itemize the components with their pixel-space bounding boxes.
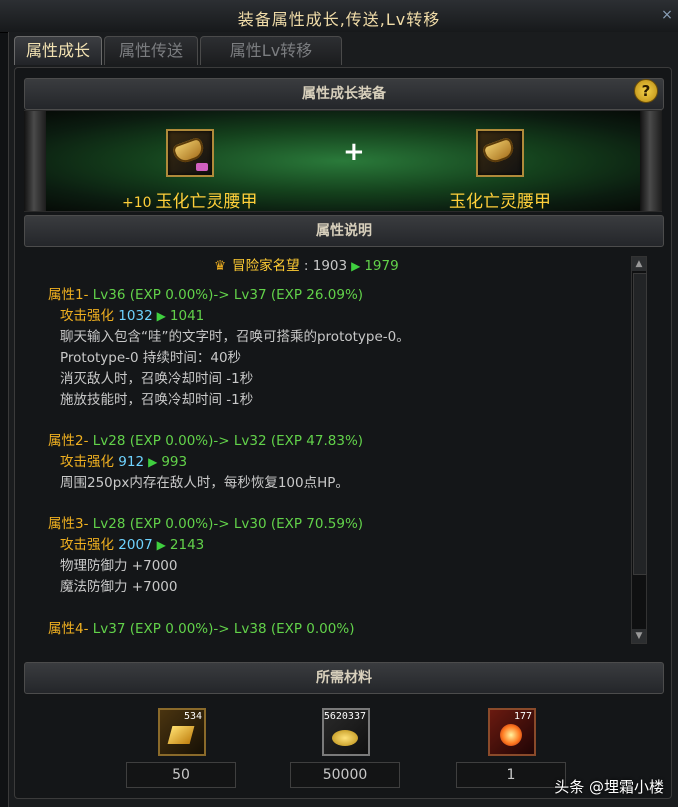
help-icon[interactable]: ? — [634, 79, 658, 103]
target-equipment-slot[interactable] — [476, 129, 524, 177]
gold-coins-icon — [332, 730, 358, 746]
scroll-up-icon[interactable]: ▲ — [632, 257, 646, 271]
tab-attribute-transfer[interactable]: 属性传送 — [104, 36, 198, 65]
material-1-required: 50 — [126, 762, 236, 788]
fame-crest-icon: ♛ — [214, 258, 227, 274]
title-bar: 装备属性成长,传送,Lv转移 × — [0, 0, 678, 33]
material-3-required: 1 — [456, 762, 566, 788]
gem-icon — [196, 163, 208, 171]
source-equipment-slot[interactable] — [166, 129, 214, 177]
scroll-thumb[interactable] — [633, 273, 647, 575]
tab-attribute-growth[interactable]: 属性成长 — [14, 36, 102, 65]
attribute-2-stat: 攻击强化 912 ▶ 993 — [60, 454, 188, 470]
attribute-1-line-2: Prototype-0 持续时间：40秒 — [60, 350, 242, 366]
material-2-required: 50000 — [290, 762, 400, 788]
target-item-name: 玉化亡灵腰甲 — [449, 192, 551, 212]
attribute-3-line-1: 物理防御力 +7000 — [60, 558, 178, 574]
source-item-name: +10 玉化亡灵腰甲 — [122, 192, 258, 212]
waist-armor-icon — [481, 136, 517, 166]
scroll-down-icon[interactable]: ▼ — [632, 629, 646, 643]
attribute-3-line-2: 魔法防御力 +7000 — [60, 579, 178, 595]
burst-orb-icon — [500, 724, 522, 746]
equipment-section-header: 属性成长装备 — [24, 78, 664, 110]
materials-section-header: 所需材料 — [24, 662, 664, 694]
attribute-1-header: 属性1- Lv36 (EXP 0.00%)-> Lv37 (EXP 26.09%… — [48, 287, 364, 303]
arrow-right-icon: ▶ — [156, 309, 166, 323]
close-icon[interactable]: × — [660, 6, 674, 24]
attribute-1-line-4: 施放技能时，召唤冷却时间 -1秒 — [60, 392, 254, 408]
gold-crystal-icon — [167, 726, 195, 744]
tab-attribute-lv-transfer[interactable]: 属性Lv转移 — [200, 36, 342, 65]
description-section-header: 属性说明 — [24, 215, 664, 247]
plus-icon: + — [343, 137, 365, 167]
burst-orb-slot[interactable]: 177 — [488, 708, 536, 756]
fame-row: ♛ 冒险家名望 : 1903 ▶ 1979 — [214, 258, 399, 274]
attribute-3-header: 属性3- Lv28 (EXP 0.00%)-> Lv30 (EXP 70.59%… — [48, 516, 364, 532]
attribute-1-line-1: 聊天输入包含“哇”的文字时，召唤可搭乘的prototype-0。 — [60, 329, 410, 345]
watermark: 头条 @埋霜小楼 — [554, 778, 664, 796]
description-scrollbar[interactable]: ▲ ▼ — [631, 256, 647, 644]
arrow-right-icon: ▶ — [156, 538, 166, 552]
banner-left-roller — [24, 111, 46, 211]
gold-coins-slot[interactable]: 5620337 — [322, 708, 370, 756]
attribute-2-line-1: 周围250px内存在敌人时，每秒恢复100点HP。 — [60, 475, 349, 491]
attribute-1-stat: 攻击强化 1032 ▶ 1041 — [60, 308, 205, 324]
window-title: 装备属性成长,传送,Lv转移 — [237, 10, 441, 29]
equipment-banner: + +10 玉化亡灵腰甲 玉化亡灵腰甲 — [24, 110, 662, 212]
attribute-4-header: 属性4- Lv37 (EXP 0.00%)-> Lv38 (EXP 0.00%) — [48, 621, 355, 637]
attribute-3-stat: 攻击强化 2007 ▶ 2143 — [60, 537, 205, 553]
arrow-right-icon: ▶ — [351, 259, 361, 273]
gold-crystal-slot[interactable]: 534 — [158, 708, 206, 756]
enhance-level: +10 — [122, 195, 152, 211]
attribute-2-header: 属性2- Lv28 (EXP 0.00%)-> Lv32 (EXP 47.83%… — [48, 433, 364, 449]
waist-armor-icon — [171, 136, 207, 166]
arrow-right-icon: ▶ — [148, 455, 158, 469]
banner-right-roller — [640, 111, 662, 211]
attribute-1-line-3: 消灭敌人时，召唤冷却时间 -1秒 — [60, 371, 254, 387]
attribute-description: ♛ 冒险家名望 : 1903 ▶ 1979 属性1- Lv36 (EXP 0.00%)… — [24, 245, 630, 645]
